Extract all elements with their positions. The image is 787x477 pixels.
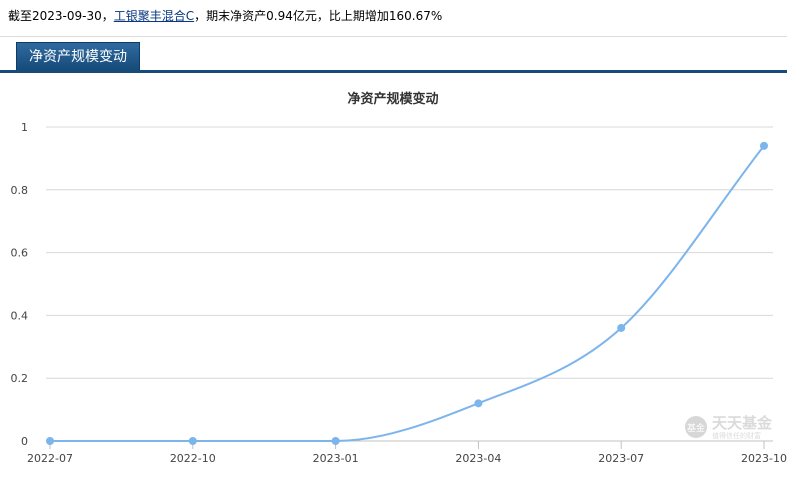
y-tick-label: 0.6 — [11, 247, 29, 260]
chart-area: 净资产规模变动 00.20.40.60.81 2022-07 2022-10 202… — [11, 91, 787, 465]
y-tick-label: 0.2 — [11, 372, 29, 385]
chart-title: 净资产规模变动 — [347, 91, 438, 107]
data-point-2023-04[interactable] — [474, 399, 483, 408]
y-tick-label: 0.4 — [11, 309, 29, 322]
x-tick-label: 2023-04 — [455, 452, 501, 465]
x-tick-label: 2023-01 — [313, 452, 359, 465]
x-tick-label: 2022-07 — [27, 452, 73, 465]
x-tick-label: 2023-10 — [741, 452, 787, 465]
data-point-2023-07[interactable] — [617, 323, 626, 332]
x-axis: 2022-07 2022-10 2023-01 2023-04 2023-07 2023-… — [27, 441, 787, 465]
data-point-2023-10[interactable] — [760, 141, 768, 150]
y-tick-label: 1 — [21, 121, 28, 134]
watermark-slogan: 值得信任的财富 — [712, 431, 761, 440]
series-layer — [46, 141, 768, 445]
grid-lines — [46, 126, 773, 442]
watermark: 基金 天天基金 值得信任的财富 — [685, 414, 773, 440]
watermark-badge: 基金 — [687, 422, 705, 434]
x-tick-label: 2022-10 — [170, 452, 216, 465]
y-tick-label: 0 — [21, 435, 28, 448]
y-tick-label: 0.8 — [11, 184, 29, 197]
data-point-2023-01[interactable] — [331, 437, 340, 445]
watermark-name: 天天基金 — [712, 414, 773, 432]
y-axis-ticks: 0 0.2 0.4 0.6 0.8 1 — [11, 121, 29, 448]
data-point-2022-07[interactable] — [46, 437, 54, 445]
x-tick-label: 2023-07 — [598, 452, 644, 465]
data-point-2022-10[interactable] — [188, 437, 197, 445]
